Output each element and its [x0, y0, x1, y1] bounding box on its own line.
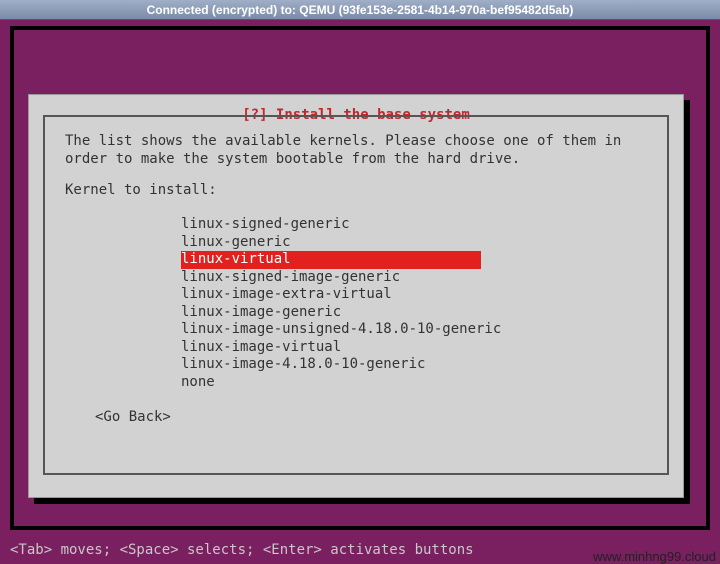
prompt-text: Kernel to install: — [65, 182, 647, 198]
kernel-option[interactable]: none — [181, 374, 647, 392]
kernel-list[interactable]: linux-signed-generic linux-generic linux… — [181, 216, 647, 391]
dialog-frame: The list shows the available kernels. Pl… — [43, 115, 669, 475]
kernel-option[interactable]: linux-image-unsigned-4.18.0-10-generic — [181, 321, 647, 339]
kernel-option[interactable]: linux-image-generic — [181, 304, 647, 322]
kernel-option[interactable]: linux-image-virtual — [181, 339, 647, 357]
kernel-option[interactable]: linux-image-4.18.0-10-generic — [181, 356, 647, 374]
go-back-button[interactable]: <Go Back> — [95, 409, 647, 425]
kernel-option-selected[interactable]: linux-virtual — [181, 251, 481, 269]
installer-screen: [?] Install the base system The list sho… — [0, 20, 720, 564]
vnc-titlebar: Connected (encrypted) to: QEMU (93fe153e… — [0, 0, 720, 20]
kernel-option[interactable]: linux-signed-image-generic — [181, 269, 647, 287]
kernel-option[interactable]: linux-generic — [181, 234, 647, 252]
instruction-text: The list shows the available kernels. Pl… — [65, 133, 647, 168]
kernel-option[interactable]: linux-signed-generic — [181, 216, 647, 234]
key-hints: <Tab> moves; <Space> selects; <Enter> ac… — [10, 542, 474, 558]
install-dialog: [?] Install the base system The list sho… — [28, 94, 684, 498]
watermark-text: www.minhng99.cloud — [593, 549, 716, 564]
kernel-option[interactable]: linux-image-extra-virtual — [181, 286, 647, 304]
